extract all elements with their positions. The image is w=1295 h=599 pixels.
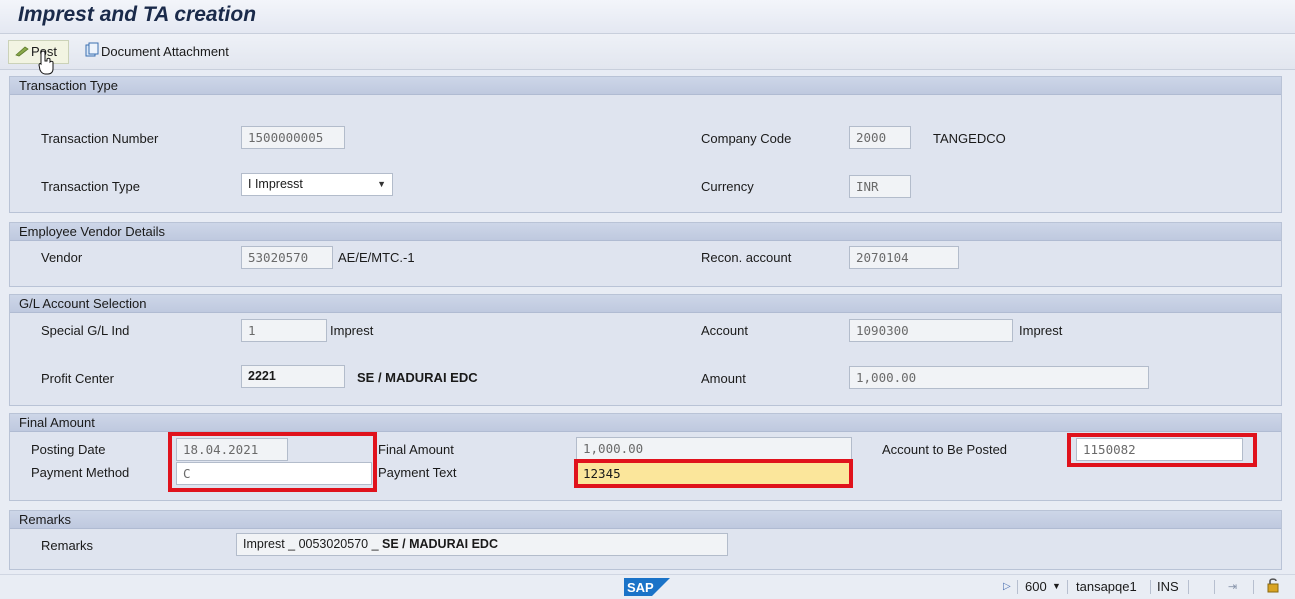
profit-center-text: SE / MADURAI EDC (357, 370, 478, 385)
vendor-name-text: AE/E/MTC.-1 (338, 250, 415, 265)
company-code-field[interactable]: 2000 (849, 126, 911, 149)
company-code-label: Company Code (701, 131, 792, 146)
status-divider (1017, 580, 1018, 594)
vendor-label: Vendor (41, 250, 83, 265)
status-divider (1067, 580, 1068, 594)
transaction-number-label: Transaction Number (41, 131, 159, 146)
account-field[interactable]: 1090300 (849, 319, 1013, 342)
page-title: Imprest and TA creation (18, 3, 257, 26)
remarks-value-bold: SE / MADURAI EDC (382, 537, 498, 551)
document-attachment-button[interactable]: Document Attachment (80, 40, 234, 64)
document-attachment-label: Document Attachment (101, 44, 229, 59)
status-divider (1188, 580, 1189, 594)
currency-label: Currency (701, 179, 754, 194)
status-divider (1150, 580, 1151, 594)
payment-text-label: Payment Text (378, 465, 457, 480)
sap-logo: SAP (624, 578, 670, 596)
final-amount-header: Final Amount (10, 414, 1281, 432)
profit-center-label: Profit Center (41, 371, 114, 386)
transaction-number-field[interactable]: 1500000005 (241, 126, 345, 149)
attachment-icon (85, 42, 99, 64)
remarks-label: Remarks (41, 538, 94, 553)
currency-field[interactable]: INR (849, 175, 911, 198)
mouse-cursor-icon (38, 50, 56, 79)
gl-account-selection-header: G/L Account Selection (10, 295, 1281, 313)
transaction-type-label: Transaction Type (41, 179, 140, 194)
account-to-be-posted-label: Account to Be Posted (882, 442, 1008, 457)
transaction-type-value: I Impresst (248, 177, 303, 191)
client-number: 600 (1025, 579, 1047, 594)
application-toolbar: Post Document Attachment (0, 34, 1295, 70)
post-icon (15, 42, 29, 64)
vendor-field[interactable]: 53020570 (241, 246, 333, 269)
posting-date-label: Posting Date (31, 442, 106, 457)
remarks-group: Remarks Remarks Imprest _ 0053020570 _ S… (9, 510, 1282, 570)
status-triangle-icon[interactable]: ▷ (1003, 581, 1011, 592)
chevron-down-icon[interactable]: ▼ (1052, 581, 1061, 591)
chevron-down-icon[interactable]: ▼ (377, 174, 386, 195)
payment-method-label: Payment Method (31, 465, 130, 480)
special-gl-ind-field[interactable]: 1 (241, 319, 327, 342)
profit-center-field[interactable]: 2221 (241, 365, 345, 388)
employee-vendor-header: Employee Vendor Details (10, 223, 1281, 241)
amount-label: Amount (701, 371, 746, 386)
remarks-header: Remarks (10, 511, 1281, 529)
special-gl-ind-label: Special G/L Ind (41, 323, 130, 338)
final-amount-field[interactable]: 1,000.00 (576, 437, 852, 460)
transaction-type-select[interactable]: I Impresst ▼ (241, 173, 393, 196)
company-name-text: TANGEDCO (933, 131, 1006, 146)
special-gl-ind-text: Imprest (330, 323, 374, 338)
status-divider (1253, 580, 1254, 594)
employee-vendor-group: Employee Vendor Details Vendor 53020570 … (9, 222, 1282, 287)
amount-field[interactable]: 1,000.00 (849, 366, 1149, 389)
highlight-box-account-posted (1067, 433, 1257, 467)
recon-account-field[interactable]: 2070104 (849, 246, 959, 269)
sap-logo-text: SAP (627, 580, 654, 595)
final-amount-label: Final Amount (378, 442, 454, 457)
tab-icon[interactable]: ⇥ (1228, 580, 1237, 593)
input-mode: INS (1157, 579, 1179, 594)
server-name: tansapqe1 (1076, 579, 1137, 594)
account-text: Imprest (1019, 323, 1063, 338)
gl-account-selection-group: G/L Account Selection Special G/L Ind 1 … (9, 294, 1282, 406)
account-label: Account (701, 323, 748, 338)
transaction-type-header: Transaction Type (10, 77, 1281, 95)
transaction-type-group: Transaction Type Transaction Number 1500… (9, 76, 1282, 213)
highlight-box-payment-text (574, 459, 853, 488)
title-bar: Imprest and TA creation (0, 0, 1295, 34)
remarks-field[interactable]: Imprest _ 0053020570 _ SE / MADURAI EDC (236, 533, 728, 556)
recon-account-label: Recon. account (701, 250, 792, 265)
highlight-box-posting (168, 432, 377, 492)
status-bar: SAP ▷ 600 ▼ tansapqe1 INS ⇥ (0, 574, 1295, 598)
remarks-value-prefix: Imprest _ 0053020570 _ (243, 537, 382, 551)
status-divider (1214, 580, 1215, 594)
lock-icon[interactable] (1266, 577, 1280, 596)
